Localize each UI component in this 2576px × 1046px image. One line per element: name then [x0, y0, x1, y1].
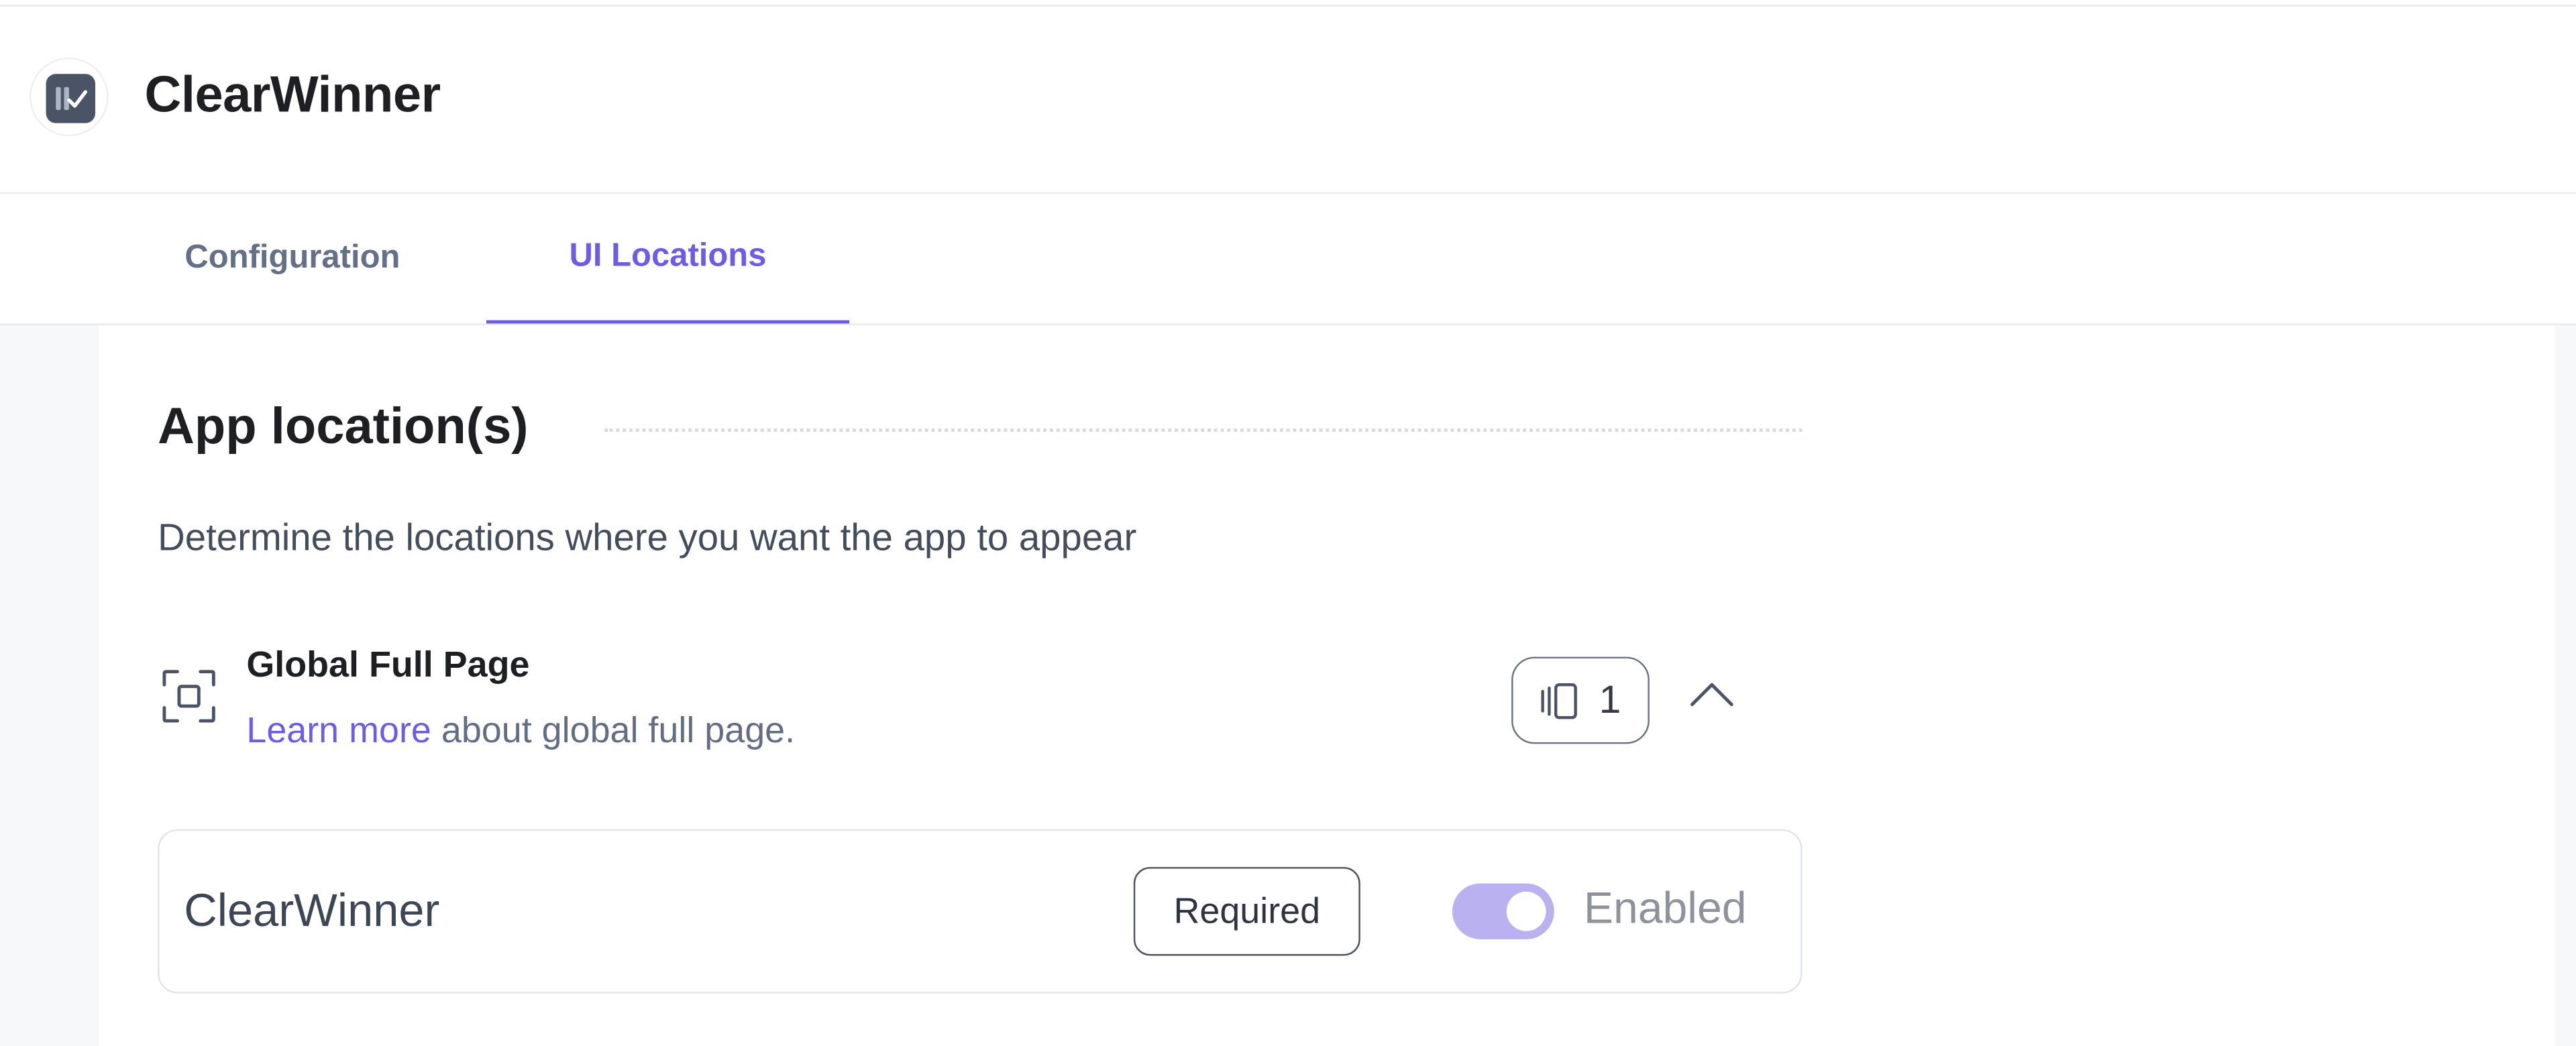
- app-header: ClearWinner: [0, 6, 2576, 194]
- full-page-icon: [162, 670, 215, 723]
- learn-more-link[interactable]: Learn more: [246, 709, 431, 750]
- app-stage: ClearWinner Configuration UI Locations A…: [0, 0, 2576, 1046]
- location-count-button[interactable]: 1: [1511, 656, 1650, 744]
- app-logo-icon: [46, 74, 96, 123]
- location-card-name: ClearWinner: [184, 885, 440, 936]
- location-card: ClearWinner Required Enabled: [158, 829, 1803, 994]
- enabled-toggle[interactable]: [1452, 883, 1554, 939]
- main-panel: App location(s) Determine the locations …: [98, 325, 2555, 1046]
- tab-ui-locations[interactable]: UI Locations: [486, 194, 850, 324]
- location-title: Global Full Page: [246, 644, 530, 685]
- app-title: ClearWinner: [144, 65, 441, 123]
- tab-configuration[interactable]: Configuration: [99, 194, 486, 323]
- toggle-label: Enabled: [1583, 883, 1747, 933]
- section-description: Determine the locations where you want t…: [158, 515, 1137, 559]
- chevron-up-icon[interactable]: [1686, 675, 1738, 715]
- title-divider: [604, 428, 1803, 432]
- required-badge: Required: [1133, 867, 1360, 956]
- window-top-edge: [0, 0, 2576, 7]
- location-subtitle: Learn more about global full page.: [246, 709, 795, 752]
- location-subtitle-text: about global full page.: [431, 709, 796, 751]
- section-title: App location(s): [158, 397, 529, 455]
- location-count: 1: [1599, 677, 1621, 722]
- pages-icon: [1542, 682, 1578, 719]
- app-logo: [30, 57, 109, 137]
- tab-bar: Configuration UI Locations: [0, 193, 2576, 325]
- toggle-knob: [1506, 891, 1546, 931]
